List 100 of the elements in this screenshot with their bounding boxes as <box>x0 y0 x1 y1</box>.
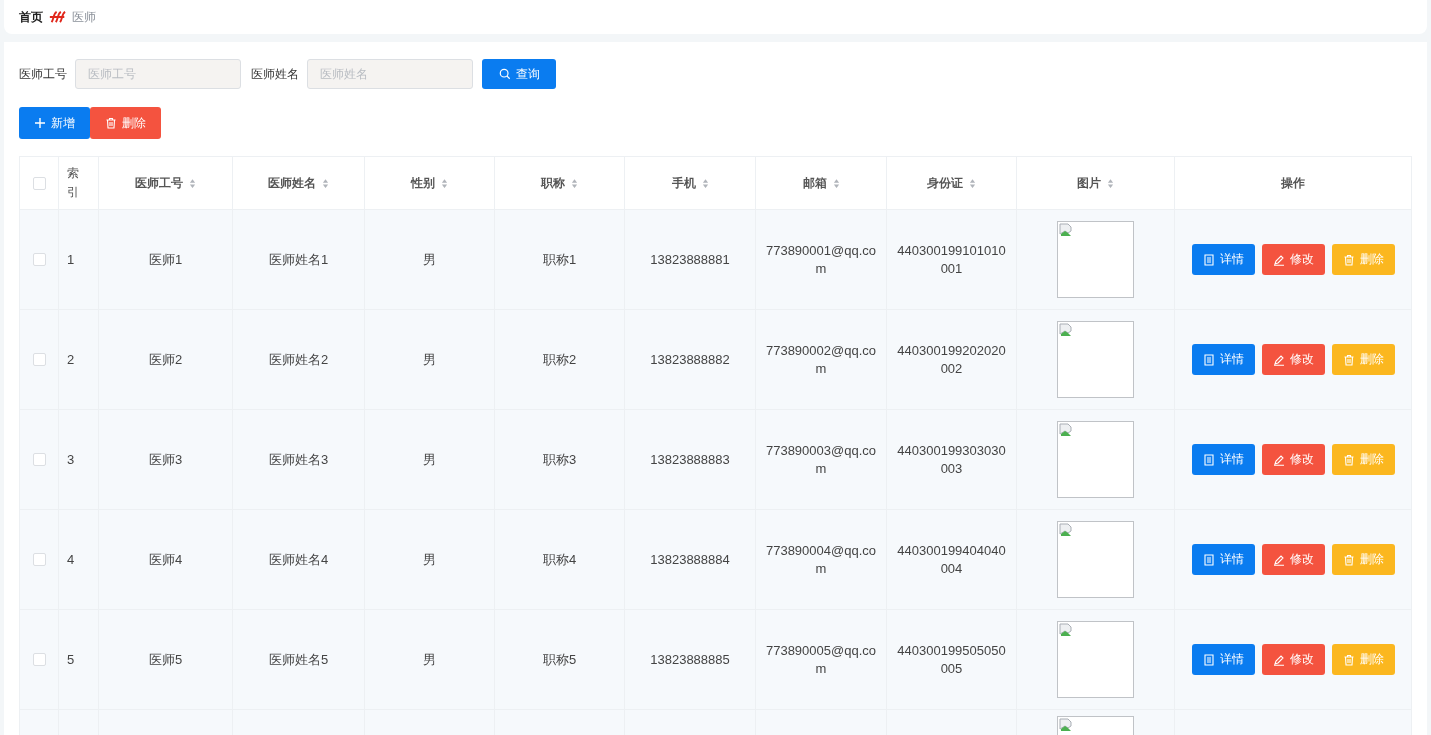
edit-button[interactable]: 修改 <box>1261 644 1325 675</box>
broken-image-icon <box>1059 223 1073 237</box>
column-header: 身份证 <box>927 174 963 192</box>
table-cell-text: 职称4 <box>541 550 578 569</box>
table-cell-text: 773890004@qq.com <box>764 541 878 578</box>
delete-button[interactable]: 删除 <box>1331 544 1395 575</box>
delete-button[interactable]: 删除 <box>1331 444 1395 475</box>
column-header: 邮箱 <box>802 174 827 192</box>
delete-button[interactable]: 删除 <box>90 107 161 139</box>
checkbox[interactable] <box>32 553 46 566</box>
table-cell-text: 医师姓名3 <box>267 450 330 469</box>
checkbox[interactable] <box>32 176 46 190</box>
trash-icon <box>1342 553 1355 566</box>
table-cell-text: 13823888881 <box>649 250 731 269</box>
table-cell: 4 <box>67 550 75 569</box>
edit-button[interactable]: 修改 <box>1261 344 1325 375</box>
sort-icon[interactable] <box>832 177 840 189</box>
table-cell-text: 职称1 <box>541 250 578 269</box>
table-cell-text: 13823888884 <box>649 550 731 569</box>
table-cell-text: 440300199404040004 <box>896 541 1007 578</box>
checkbox[interactable] <box>32 253 46 266</box>
table-cell-text: 医师姓名4 <box>267 550 330 569</box>
pencil-icon <box>1272 353 1285 366</box>
edit-button[interactable]: 修改 <box>1261 544 1325 575</box>
detail-button[interactable]: 详情 <box>1191 644 1255 675</box>
table-cell-text: 医师2 <box>147 350 184 369</box>
trash-icon <box>1342 653 1355 666</box>
search-field[interactable]: 医师姓名 <box>307 59 473 89</box>
document-icon <box>1202 253 1215 266</box>
table-cell-text: 男 <box>422 450 437 469</box>
table-cell-text: 440300199101010001 <box>896 241 1007 278</box>
table-cell-text: 医师4 <box>147 550 184 569</box>
broken-image-icon <box>1059 523 1073 537</box>
table-cell-text: 男 <box>422 550 437 569</box>
table-cell-text: 男 <box>422 650 437 669</box>
broken-image-icon <box>1059 623 1073 637</box>
breadcrumb-item: 医师 <box>72 8 96 26</box>
document-icon <box>1202 653 1215 666</box>
table-cell-text: 773890005@qq.com <box>764 641 878 678</box>
search-button[interactable]: 查询 <box>482 59 556 89</box>
detail-button[interactable]: 详情 <box>1191 544 1255 575</box>
sort-icon[interactable] <box>189 177 196 189</box>
edit-button[interactable]: 修改 <box>1261 244 1325 275</box>
column-header: 医师工号 <box>135 174 183 192</box>
trash-icon <box>1342 253 1355 266</box>
sort-icon[interactable] <box>441 177 448 189</box>
table-cell-text: 440300199505050005 <box>896 641 1007 678</box>
broken-image-icon <box>1059 718 1073 732</box>
column-header: 医师姓名 <box>268 174 316 192</box>
pencil-icon <box>1272 453 1285 466</box>
table-cell-text: 440300199303030003 <box>896 441 1007 478</box>
table-cell-text: 13823888883 <box>649 450 731 469</box>
column-header: 性别 <box>411 174 435 192</box>
separator-icon <box>49 10 66 24</box>
table-cell-text: 773890002@qq.com <box>764 341 878 378</box>
broken-image-icon <box>1059 423 1073 437</box>
sort-icon[interactable] <box>571 177 578 189</box>
checkbox[interactable] <box>32 353 46 366</box>
sort-icon[interactable] <box>322 177 329 189</box>
search-icon <box>498 68 511 80</box>
column-header: 图片 <box>1077 174 1101 192</box>
add-button[interactable]: 新增 <box>19 107 90 139</box>
field-label: 医师姓名 <box>251 65 299 83</box>
field-label: 医师工号 <box>19 65 67 83</box>
document-icon <box>1202 553 1215 566</box>
pencil-icon <box>1272 553 1285 566</box>
table-cell-text: 职称5 <box>541 650 578 669</box>
breadcrumb-item[interactable]: 首页 <box>19 8 43 26</box>
detail-button[interactable]: 详情 <box>1191 444 1255 475</box>
checkbox[interactable] <box>32 653 46 666</box>
column-header: 操作 <box>1281 174 1305 192</box>
pencil-icon <box>1272 253 1285 266</box>
table-cell-text: 医师3 <box>147 450 184 469</box>
edit-button[interactable]: 修改 <box>1261 444 1325 475</box>
delete-button[interactable]: 删除 <box>1331 644 1395 675</box>
sort-icon[interactable] <box>701 177 709 189</box>
table-cell-text: 13823888882 <box>649 350 731 369</box>
plus-icon <box>34 117 46 129</box>
table-cell: 5 <box>67 650 75 669</box>
table-cell-text: 440300199202020002 <box>896 341 1007 378</box>
delete-button[interactable]: 删除 <box>1331 344 1395 375</box>
detail-button[interactable]: 详情 <box>1191 244 1255 275</box>
table-cell: 2 <box>67 350 75 369</box>
table-cell-text: 医师姓名2 <box>267 350 330 369</box>
delete-button[interactable]: 删除 <box>1331 244 1395 275</box>
trash-icon <box>1342 353 1355 366</box>
table-cell: 1 <box>67 250 75 269</box>
table-cell-text: 男 <box>422 350 437 369</box>
table-cell-text: 职称3 <box>541 450 578 469</box>
column-header: 索引 <box>67 164 80 201</box>
table-cell-text: 医师1 <box>147 250 184 269</box>
detail-button[interactable]: 详情 <box>1191 344 1255 375</box>
table-cell-text: 773890001@qq.com <box>764 241 878 278</box>
checkbox[interactable] <box>32 453 46 466</box>
column-header: 职称 <box>541 174 565 192</box>
pencil-icon <box>1272 653 1285 666</box>
sort-icon[interactable] <box>1107 177 1114 189</box>
table-cell-text: 13823888885 <box>649 650 731 669</box>
column-header: 手机 <box>671 174 696 192</box>
sort-icon[interactable] <box>969 177 976 189</box>
